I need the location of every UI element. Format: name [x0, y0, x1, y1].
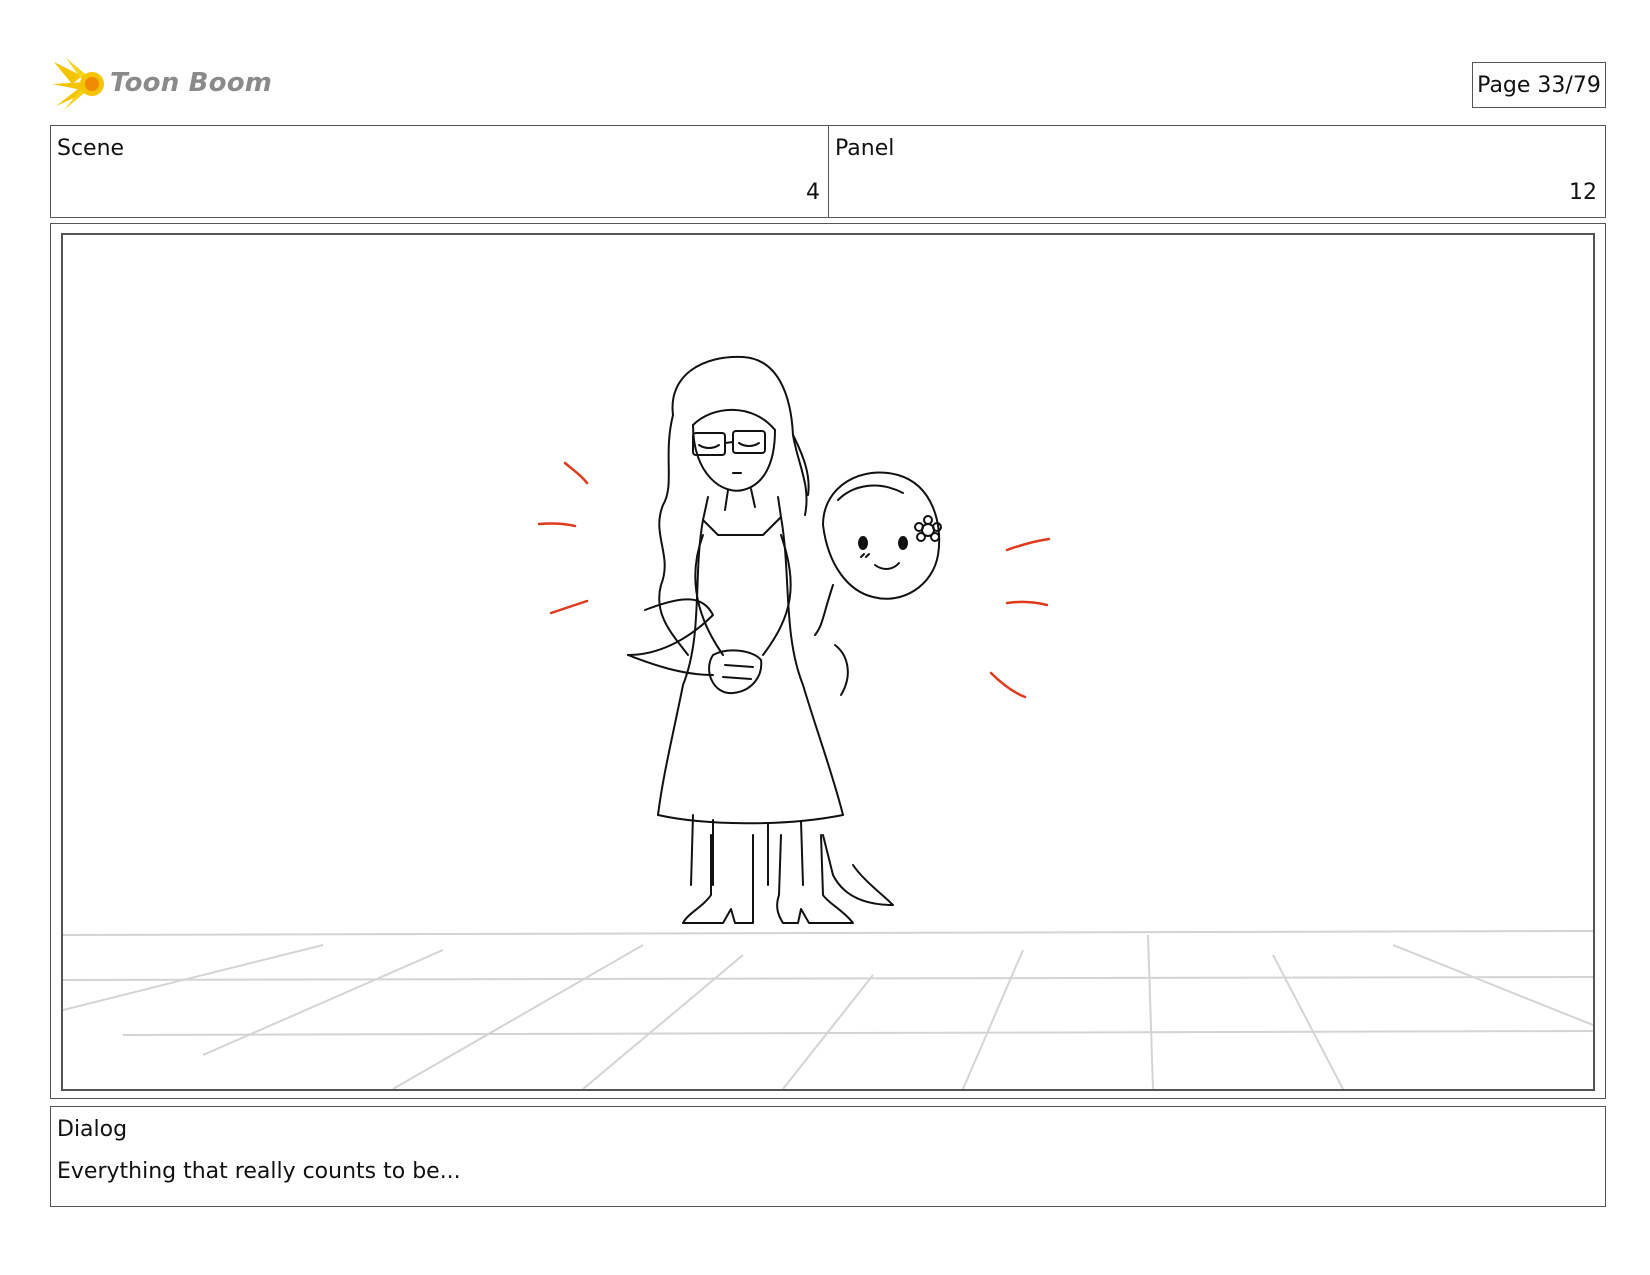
page-indicator-text: Page 33/79 — [1477, 72, 1601, 98]
panel-label: Panel — [835, 136, 895, 161]
dialog-label: Dialog — [57, 1117, 128, 1142]
scene-label: Scene — [57, 136, 125, 161]
panel-drawing — [61, 233, 1595, 1091]
panel-value: 12 — [1569, 180, 1597, 205]
panel-cell: Panel 12 — [829, 126, 1605, 217]
brand-name: Toon Boom — [110, 68, 273, 98]
logo-burst-icon — [52, 58, 104, 110]
dialog-box: Dialog Everything that really counts to … — [50, 1106, 1606, 1207]
emphasis-marks — [537, 461, 1051, 699]
floor-grid — [63, 930, 1593, 1089]
scene-panel-header: Scene 4 Panel 12 — [50, 125, 1606, 218]
scene-value: 4 — [806, 180, 820, 205]
storyboard-sketch — [63, 355, 1593, 1089]
scene-cell: Scene 4 — [51, 126, 829, 217]
page-indicator: Page 33/79 — [1472, 62, 1606, 108]
dialog-text: Everything that really counts to be... — [57, 1159, 461, 1184]
